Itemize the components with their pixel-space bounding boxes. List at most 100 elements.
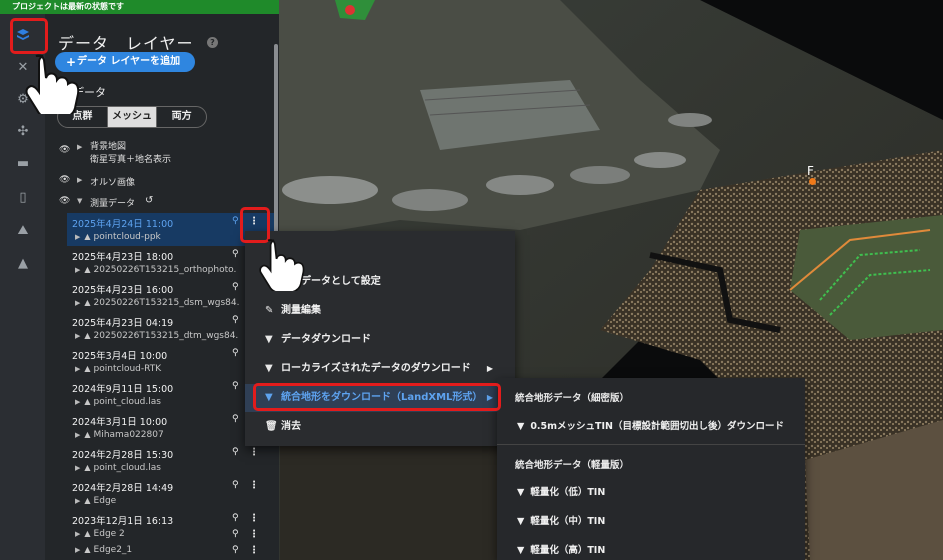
entry-date: 2024年2月28日 14:49 — [72, 483, 174, 494]
caret-right-icon: ▶ — [486, 364, 493, 373]
project-status-bar: プロジェクトは最新の状態です — [0, 0, 279, 14]
base-map-sub: 衛星写真＋地名表示 — [90, 155, 172, 165]
eye-icon[interactable]: 👁 — [59, 196, 71, 206]
more-menu-button[interactable]: ⋮ — [249, 513, 259, 524]
highlight-layers-button — [10, 18, 48, 54]
eye-icon[interactable]: 👁 — [59, 175, 71, 185]
submenu-item-label: 0.5mメッシュTIN（目標設計範囲切出し後）ダウンロード — [530, 421, 785, 432]
entry-item: Mihama022807 — [93, 430, 164, 440]
entry-item: Edge — [93, 496, 117, 506]
entry-date: 2025年4月23日 16:00 — [72, 285, 174, 296]
entry-date: 2024年3月1日 10:00 — [72, 417, 168, 428]
survey-entry[interactable]: 2024年3月1日 10:00 ⚲ ▶ ▲ Mihama022807 — [67, 411, 275, 444]
submenu-item-tin-low[interactable]: ▼ 軽量化（低）TIN — [517, 484, 605, 498]
entry-item: pointcloud-RTK — [93, 364, 162, 374]
pointing-hand-icon — [259, 239, 305, 291]
file-download-icon: ▼ — [517, 545, 525, 556]
pointing-hand-icon — [25, 54, 80, 114]
eye-icon[interactable]: 👁 — [59, 145, 71, 155]
drone-icon[interactable]: ✣ — [12, 120, 34, 142]
zoom-to-icon[interactable]: ⚲ — [232, 249, 239, 259]
more-menu-button[interactable]: ⋮ — [249, 529, 259, 540]
menu-localized-download-label: ローカライズされたデータのダウンロード — [281, 363, 471, 374]
file-download-icon: ▼ — [517, 421, 525, 432]
stack-icon[interactable]: ▲ — [12, 252, 34, 274]
map-icon[interactable]: ⛰ — [12, 219, 34, 241]
caret-right-icon[interactable]: ▶ — [77, 176, 82, 184]
survey-entry[interactable]: 2025年4月23日 18:00 ⚲ ▶ ▲ 20250226T153215_ort… — [67, 246, 275, 279]
file-download-icon: ▼ — [517, 516, 525, 527]
zoom-to-icon[interactable]: ⚲ — [232, 529, 239, 539]
entry-date: 2025年4月24日 11:00 — [72, 219, 174, 230]
survey-entry[interactable]: 2024年9月11日 15:00 ⚲ ▶ ▲ point_cloud.las — [67, 378, 275, 411]
entry-item: point_cloud.las — [93, 463, 161, 473]
survey-entry[interactable]: 2025年4月23日 16:00 ⚲ ▶ ▲ 20250226T153215_dsm… — [67, 279, 275, 312]
entry-item: 20250226T153215_orthophoto. — [93, 265, 237, 275]
file-download-icon: ▼ — [265, 334, 273, 345]
zoom-to-icon[interactable]: ⚲ — [232, 348, 239, 358]
zoom-to-icon[interactable]: ⚲ — [232, 513, 239, 523]
entry-item: Edge 2 — [93, 529, 125, 539]
caret-right-icon[interactable]: ▶ — [77, 143, 82, 151]
menu-delete[interactable]: 🗑 消去 — [245, 413, 515, 441]
zoom-to-icon[interactable]: ⚲ — [232, 447, 239, 457]
landxml-submenu: 統合地形データ（細密版） ▼ 0.5mメッシュTIN（目標設計範囲切出し後）ダウン… — [497, 378, 805, 560]
more-menu-button[interactable]: ⋮ — [249, 447, 259, 458]
entry-date: 2024年9月11日 15:00 — [72, 384, 174, 395]
zoom-to-icon[interactable]: ⚲ — [232, 315, 239, 325]
menu-survey-edit-label: 測量編集 — [281, 305, 321, 316]
help-icon[interactable]: ? — [207, 37, 218, 48]
segment-mesh[interactable]: メッシュ — [106, 107, 157, 127]
device-icon[interactable]: ▯ — [12, 186, 34, 208]
menu-localized-download[interactable]: ▼ ローカライズされたデータのダウンロード ▶ — [245, 355, 515, 383]
trash-icon: 🗑 — [265, 421, 278, 432]
entry-item: 20250226T153215_dtm_wgs84. — [93, 331, 239, 341]
entry-item: Edge2_1 — [93, 545, 133, 555]
zoom-to-icon[interactable]: ⚲ — [232, 414, 239, 424]
survey-entry[interactable]: 2025年3月4日 10:00 ⚲ ▶ ▲ pointcloud-RTK — [67, 345, 275, 378]
zoom-to-icon[interactable]: ⚲ — [232, 545, 239, 555]
ortho-label: オルソ画像 — [90, 178, 136, 188]
highlight-landxml-item — [253, 383, 501, 411]
survey-entry[interactable]: 2023年12月1日 16:13 ⚲ ⋮ ▶ ▲ Edge 2 ⚲ ⋮ ▶ ▲ Edge… — [67, 510, 275, 560]
file-download-icon: ▼ — [265, 363, 273, 374]
entry-date: 2025年4月23日 04:19 — [72, 318, 174, 329]
layer-survey[interactable]: 👁 ▼ 測量データ ↺ — [45, 195, 271, 211]
menu-data-download-label: データダウンロード — [281, 334, 371, 345]
history-icon[interactable]: ↺ — [145, 195, 153, 206]
zoom-to-icon[interactable]: ⚲ — [232, 480, 239, 490]
more-menu-button[interactable]: ⋮ — [249, 545, 259, 556]
more-menu-button[interactable]: ⋮ — [249, 480, 259, 491]
scene-marker-label: F — [807, 164, 814, 178]
submenu-item-label: 軽量化（低）TIN — [530, 487, 606, 498]
segment-both[interactable]: 両方 — [156, 107, 206, 127]
submenu-item-tin-mid[interactable]: ▼ 軽量化（中）TIN — [517, 513, 605, 527]
menu-data-download[interactable]: ▼ データダウンロード — [245, 326, 515, 354]
caret-down-icon[interactable]: ▼ — [77, 197, 82, 205]
entry-date: 2025年3月4日 10:00 — [72, 351, 168, 362]
submenu-item-label: 軽量化（高）TIN — [530, 545, 606, 556]
survey-entry[interactable]: 2024年2月28日 15:30 ⚲ ⋮ ▶ ▲ point_cloud.las — [67, 444, 275, 477]
layer-base-map[interactable]: 👁 ▶ 背景地図 衛星写真＋地名表示 — [45, 138, 271, 168]
zoom-to-icon[interactable]: ⚲ — [232, 216, 239, 226]
data-layer-panel: データ レイヤー ? + データ レイヤーを追加 データ 点群 メッシュ 両方 … — [45, 14, 279, 560]
entry-item: point_cloud.las — [93, 397, 161, 407]
submenu-group-light: 統合地形データ（軽量版） — [515, 460, 630, 471]
layer-ortho[interactable]: 👁 ▶ オルソ画像 — [45, 174, 271, 190]
add-data-layer-label: データ レイヤーを追加 — [77, 56, 181, 67]
submenu-item-label: 軽量化（中）TIN — [530, 516, 606, 527]
scene-marker-dot[interactable] — [809, 178, 816, 185]
file-download-icon: ▼ — [517, 487, 525, 498]
entry-item: pointcloud-ppk — [93, 232, 161, 242]
survey-entry[interactable]: 2025年4月23日 04:19 ⚲ ▶ ▲ 20250226T153215_dtm… — [67, 312, 275, 345]
menu-delete-label: 消去 — [281, 421, 301, 432]
zoom-to-icon[interactable]: ⚲ — [232, 381, 239, 391]
zoom-to-icon[interactable]: ⚲ — [232, 282, 239, 292]
folder-icon[interactable]: ▬ — [12, 152, 34, 174]
submenu-item-tin-high[interactable]: ▼ 軽量化（高）TIN — [517, 542, 605, 556]
base-map-label: 背景地図 — [90, 142, 127, 152]
submenu-item-tin-05m[interactable]: ▼ 0.5mメッシュTIN（目標設計範囲切出し後）ダウンロード — [517, 418, 784, 432]
survey-entry[interactable]: 2024年2月28日 14:49 ⚲ ⋮ ▶ ▲ Edge — [67, 477, 275, 510]
menu-survey-edit[interactable]: ✎ 測量編集 — [245, 297, 515, 325]
entry-item: 20250226T153215_dsm_wgs84. — [93, 298, 240, 308]
